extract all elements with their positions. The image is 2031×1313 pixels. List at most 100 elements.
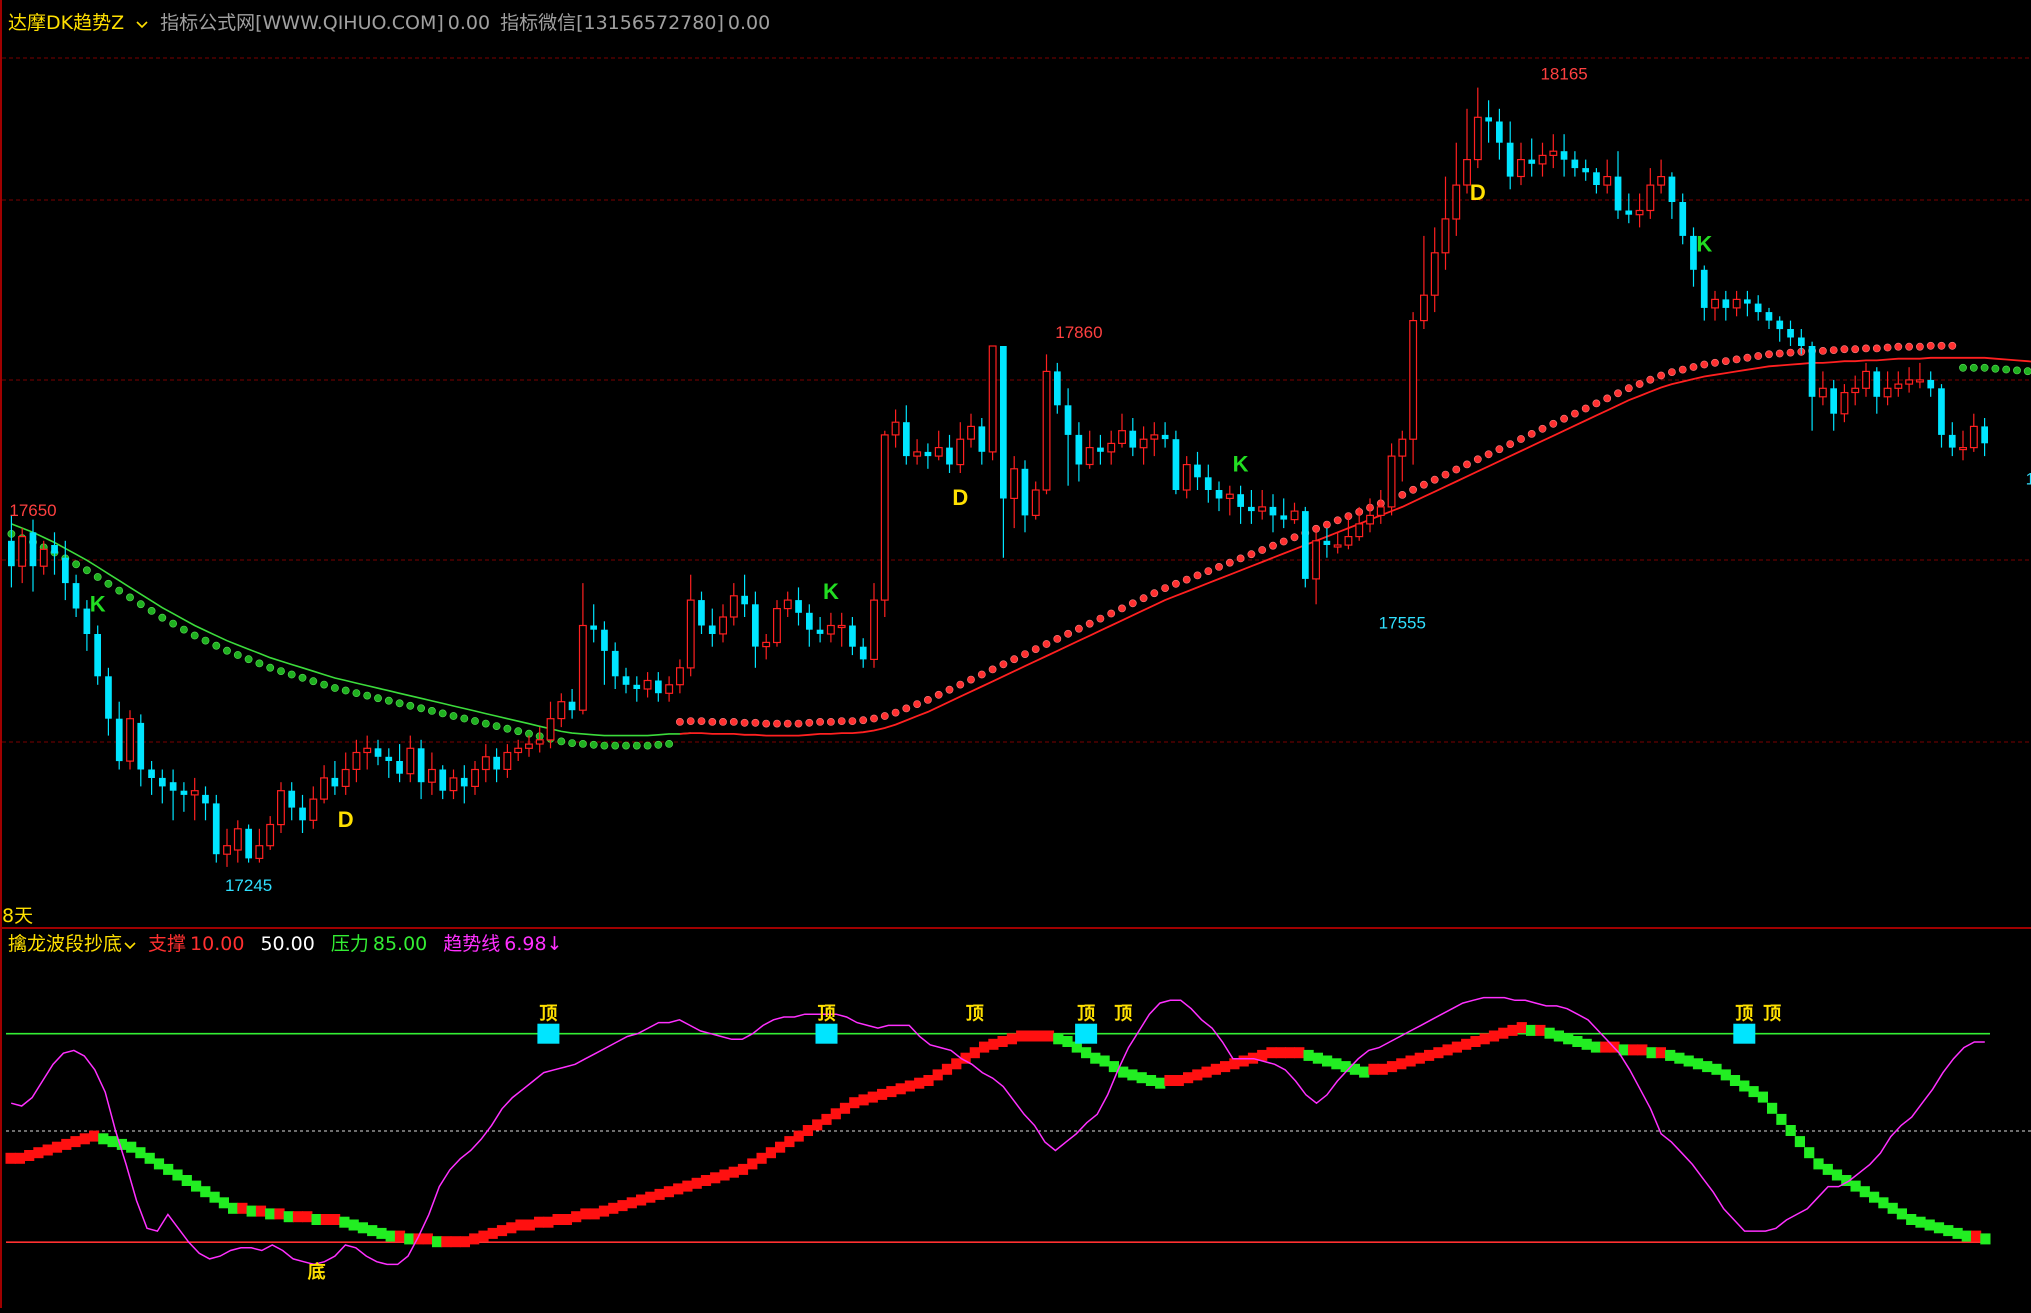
oscillator-bar (1053, 1033, 1064, 1045)
signal-label-k: K (823, 579, 839, 604)
oscillator-bar (1294, 1047, 1305, 1059)
candle-body (1031, 489, 1040, 516)
trend-dot (147, 607, 156, 615)
oscillator-bar (1192, 1069, 1203, 1081)
oscillator-bar (793, 1130, 804, 1142)
trend-dot (1948, 341, 1957, 350)
trend-dot (427, 707, 436, 715)
candle-body (1441, 218, 1450, 254)
chevron-down-icon[interactable] (136, 18, 148, 30)
trend-dot (686, 717, 695, 725)
top-signal-block (815, 1023, 838, 1044)
oscillator-bar (904, 1080, 915, 1092)
trend-dot (1775, 349, 1784, 358)
candle-body (859, 646, 867, 660)
candle-body (137, 722, 145, 770)
oscillator-bar (524, 1219, 535, 1231)
trend-dot (1193, 571, 1202, 580)
candle-body (934, 447, 943, 457)
candle-body (849, 625, 856, 647)
candle-body (903, 422, 910, 457)
candle-body (1064, 405, 1072, 435)
trend-dot (201, 636, 210, 645)
candle-body (913, 451, 922, 457)
signal-label-d: D (1470, 180, 1486, 205)
oscillator-bar (1544, 1027, 1555, 1039)
candle-body (1765, 312, 1773, 321)
price-high-label: 18165 (1540, 65, 1587, 84)
oscillator-bar (432, 1236, 443, 1248)
oscillator-bar (1785, 1125, 1796, 1136)
top-signal-label: 顶 (1114, 1004, 1132, 1025)
trend-dot (1624, 384, 1633, 393)
candle-body (1711, 298, 1719, 309)
oscillator-bar (979, 1041, 990, 1053)
candle-body (439, 769, 447, 791)
candle-body (503, 751, 512, 770)
candle-body (1010, 468, 1019, 499)
candle-body (655, 680, 662, 694)
trend-dot (481, 719, 490, 728)
trend-dot (1571, 409, 1579, 418)
main-indicator-name[interactable]: 达摩DK趋势Z (8, 12, 124, 34)
trend-dot (1053, 635, 1062, 643)
oscillator-bar (459, 1236, 470, 1248)
oscillator-bar (24, 1150, 35, 1161)
oscillator-bar (1526, 1024, 1537, 1036)
price-chart-svg[interactable]: KKKKDDD176501724517860175551816517725顶顶顶… (0, 0, 2031, 1308)
oscillator-bar (988, 1038, 999, 1050)
oscillator-bar (1767, 1102, 1778, 1114)
candle-body (783, 599, 792, 610)
oscillator-bar (1720, 1069, 1731, 1081)
candle-body (1269, 506, 1277, 516)
candle-body (816, 629, 824, 634)
candle-body (363, 747, 372, 754)
trend-dot (999, 660, 1008, 669)
trend-dot (1484, 450, 1493, 459)
oscillator-bar (1081, 1047, 1092, 1059)
oscillator-bar (617, 1200, 628, 1212)
trend-dot (2013, 366, 2021, 375)
sub-indicator-name[interactable]: 擒龙波段抄底 (8, 933, 122, 955)
oscillator-bar (1748, 1086, 1759, 1098)
candle-body (406, 747, 415, 775)
candle-body (578, 624, 587, 711)
oscillator-bar (385, 1230, 396, 1242)
oscillator-bar (283, 1211, 294, 1223)
trend-dot (1075, 624, 1083, 633)
oscillator-bar (1461, 1038, 1472, 1050)
oscillator-bar (302, 1211, 313, 1223)
oscillator-bar (1739, 1080, 1750, 1092)
oscillator-bar (1878, 1197, 1889, 1209)
oscillator-bar (1822, 1163, 1833, 1175)
trend-dot (665, 740, 673, 748)
oscillator-bar (450, 1236, 461, 1248)
trend-dot (1980, 363, 1989, 372)
candle-body (1862, 370, 1870, 389)
trend-dot (1150, 589, 1159, 598)
price-low-label: 17245 (225, 876, 272, 895)
trend-dot (1258, 546, 1267, 554)
trend-dot (363, 691, 372, 700)
trend-dot (1969, 363, 1978, 372)
oscillator-bar (543, 1216, 554, 1228)
trend-dot (1916, 342, 1924, 351)
oscillator-bar (1646, 1047, 1657, 1059)
candle-body (967, 425, 976, 440)
source2-label: 指标微信[13156572780] (500, 12, 724, 34)
trend-dot (934, 690, 943, 699)
oscillator-bar (1201, 1066, 1212, 1078)
trend-dot (460, 714, 469, 723)
trend-dot (287, 670, 296, 679)
trend-dot (341, 686, 350, 695)
candle-body (772, 607, 781, 644)
pressure-label: 压力 (330, 933, 369, 955)
trend-dot (1560, 414, 1568, 423)
oscillator-bar (1850, 1180, 1861, 1192)
candle-body (1398, 438, 1407, 457)
top-signal-label: 顶 (966, 1004, 984, 1025)
oscillator-bar (1220, 1061, 1231, 1073)
chevron-down-icon[interactable] (124, 939, 136, 951)
candle-body (1646, 184, 1655, 212)
candle-body (643, 679, 652, 690)
